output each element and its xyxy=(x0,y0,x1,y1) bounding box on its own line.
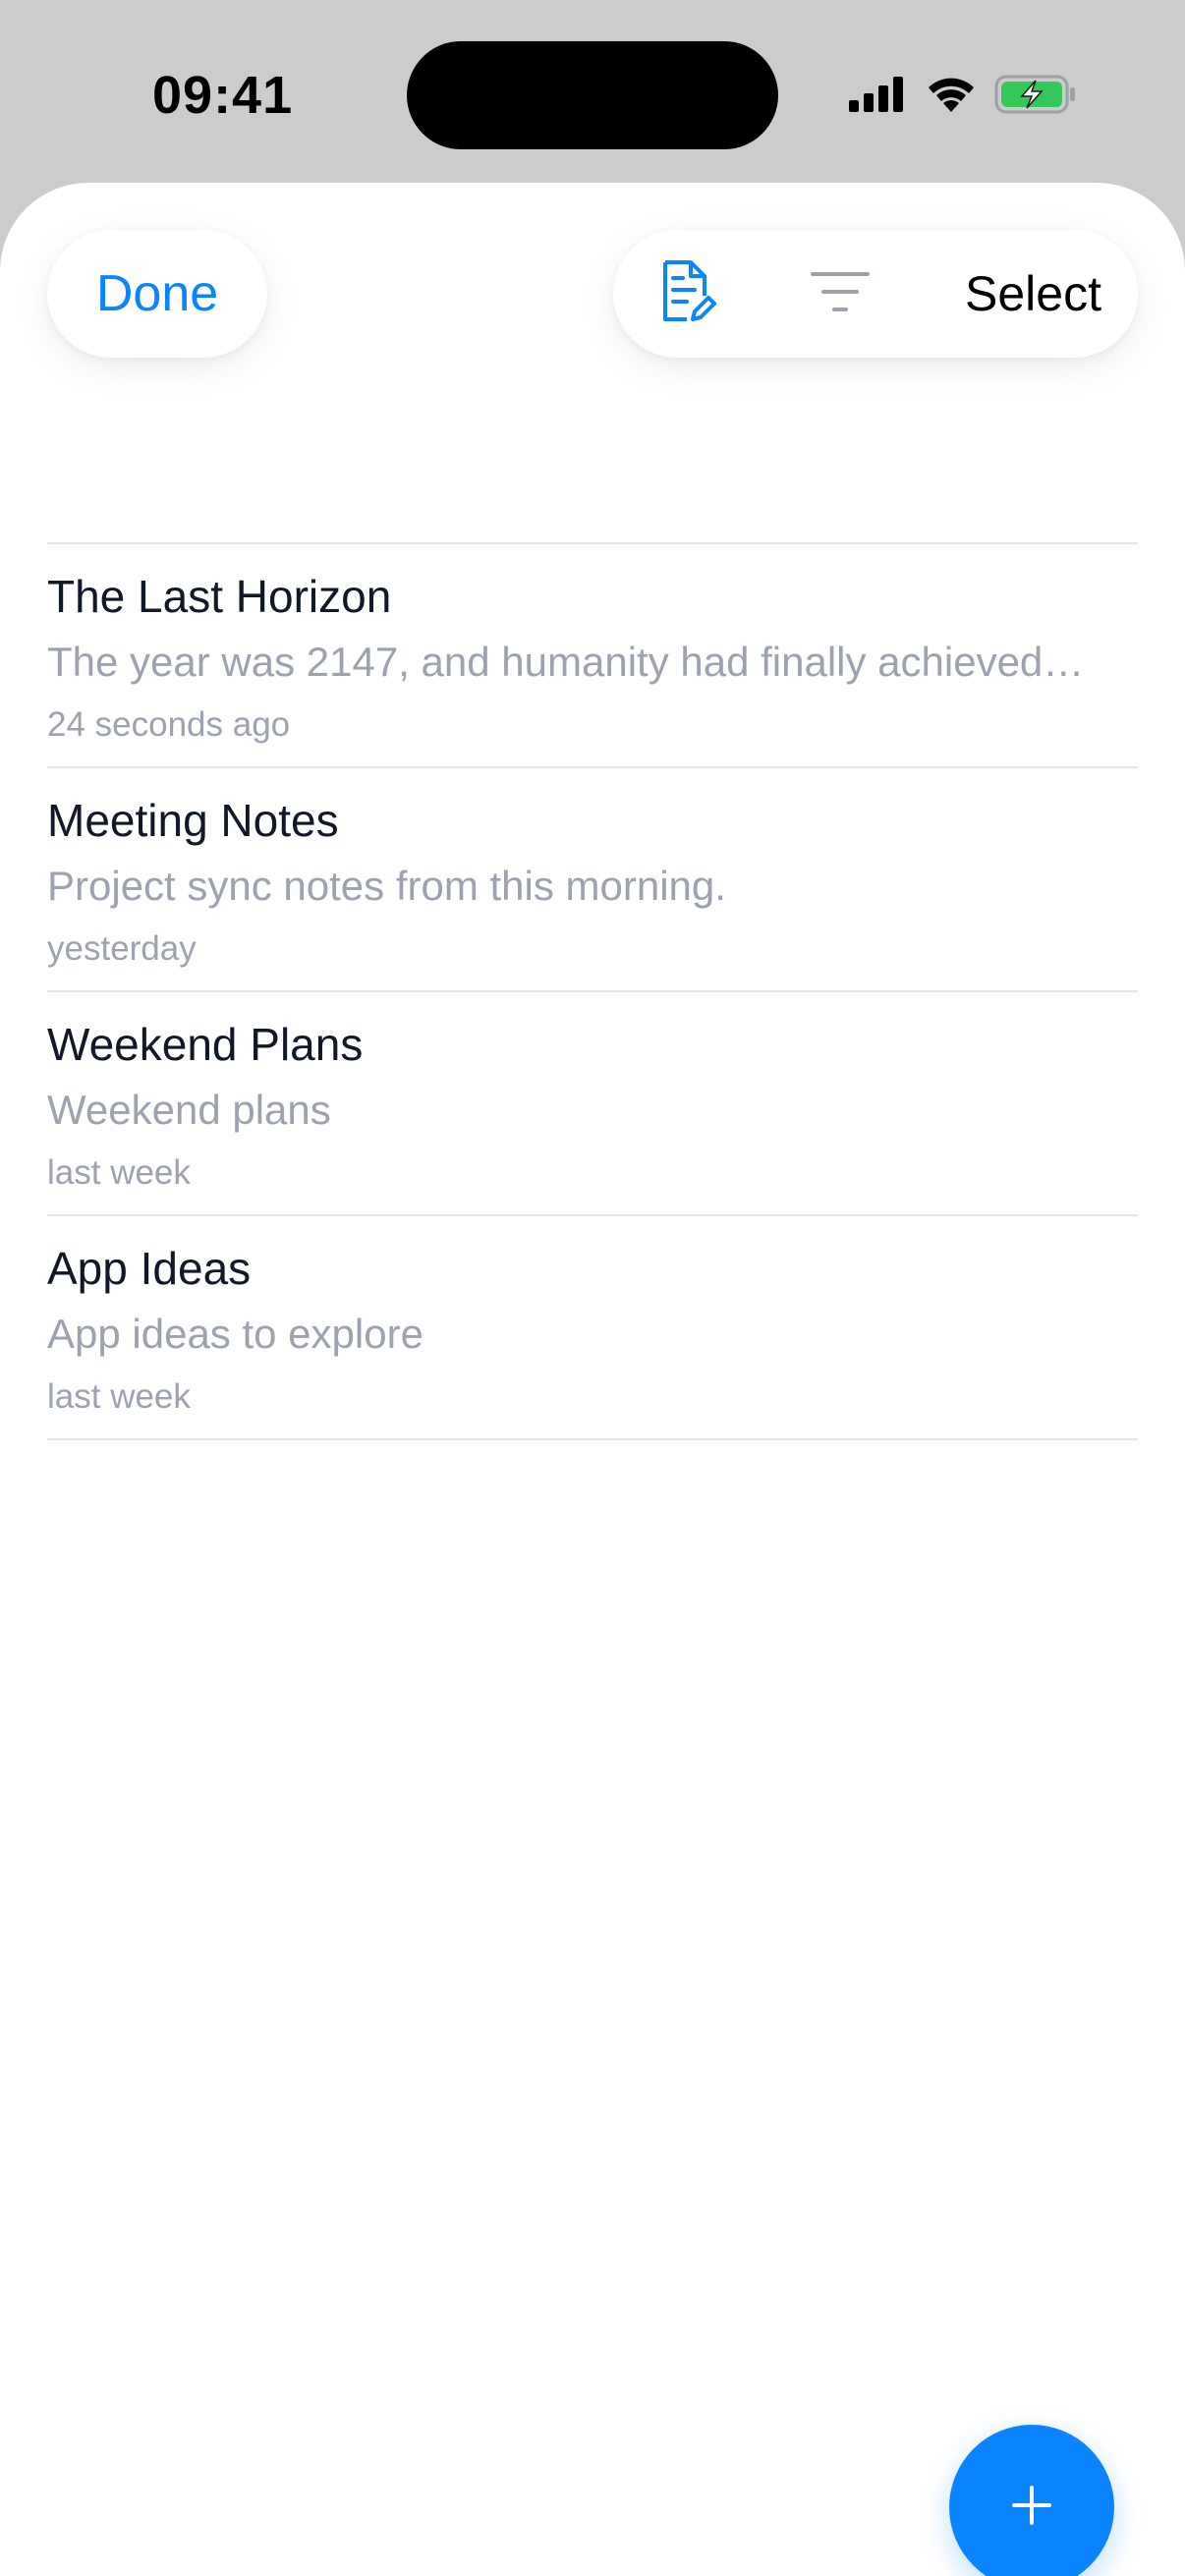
note-timestamp: 24 seconds ago xyxy=(47,705,291,744)
note-list: The Last Horizon The year was 2147, and … xyxy=(47,542,1138,1440)
note-list-item[interactable]: Weekend Plans Weekend plans last week xyxy=(47,992,1138,1216)
note-edit-icon xyxy=(657,258,716,330)
toolbar-actions: Select xyxy=(613,230,1138,358)
note-list-item[interactable]: The Last Horizon The year was 2147, and … xyxy=(47,544,1138,768)
note-timestamp: yesterday xyxy=(47,929,197,968)
screen: 09:41 Done Select The Last Horizon The y… xyxy=(0,0,1185,2576)
new-note-button[interactable] xyxy=(949,2425,1114,2576)
note-snippet: Weekend plans xyxy=(47,1087,331,1133)
note-title: Meeting Notes xyxy=(47,795,339,846)
plus-icon xyxy=(1010,2484,1053,2532)
note-timestamp: last week xyxy=(47,1377,191,1416)
note-title: The Last Horizon xyxy=(47,571,392,622)
status-bar: 09:41 xyxy=(0,0,1185,187)
notes-sheet: Done Select The Last Horizon The year wa… xyxy=(0,183,1185,2576)
note-snippet: Project sync notes from this morning. xyxy=(47,863,726,909)
compose-note-button[interactable] xyxy=(652,259,721,328)
note-list-item[interactable]: Meeting Notes Project sync notes from th… xyxy=(47,768,1138,992)
status-time: 09:41 xyxy=(152,66,294,125)
battery-charging-icon xyxy=(994,75,1077,119)
note-list-item[interactable]: App Ideas App ideas to explore last week xyxy=(47,1216,1138,1440)
note-title: Weekend Plans xyxy=(47,1019,364,1070)
note-snippet: App ideas to explore xyxy=(47,1311,423,1357)
done-button[interactable]: Done xyxy=(47,230,267,358)
status-icons xyxy=(849,75,1077,118)
select-button[interactable]: Select xyxy=(965,230,1101,358)
note-timestamp: last week xyxy=(47,1153,191,1192)
filter-button[interactable] xyxy=(806,259,875,328)
cellular-signal-icon xyxy=(849,76,908,117)
dynamic-island xyxy=(407,41,778,149)
note-title: App Ideas xyxy=(47,1243,252,1294)
filter-icon xyxy=(811,270,870,318)
note-snippet: The year was 2147, and humanity had fina… xyxy=(47,639,1085,685)
done-label: Done xyxy=(95,265,219,322)
wifi-icon xyxy=(926,75,977,119)
